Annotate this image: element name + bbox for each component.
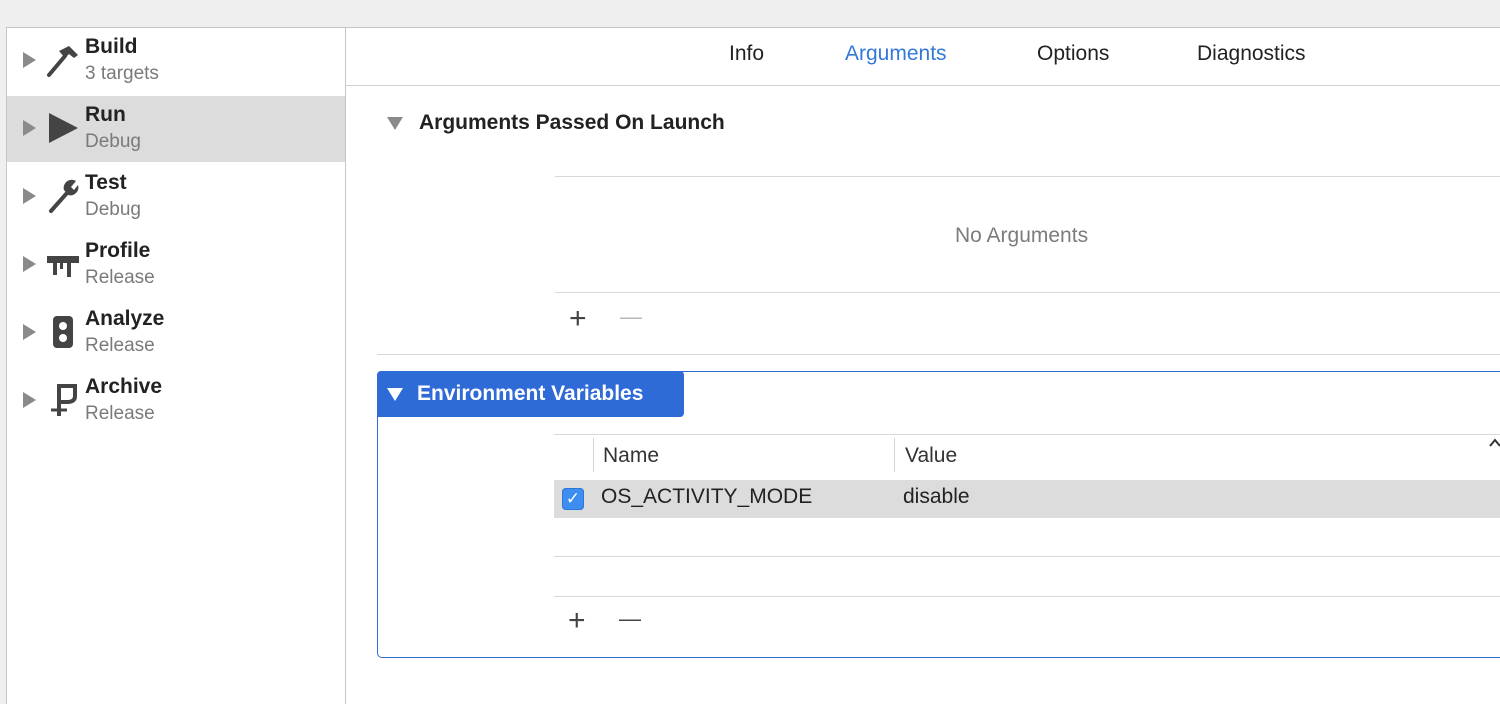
remove-variable-button[interactable]: — (619, 604, 641, 634)
disclosure-triangle-icon[interactable] (23, 120, 36, 136)
tab-options[interactable]: Options (1037, 42, 1109, 66)
scheme-item-name: Archive (85, 375, 163, 398)
arguments-section-title: Arguments Passed On Launch (419, 111, 725, 134)
variable-name-cell[interactable]: OS_ACTIVITY_MODE (601, 485, 812, 509)
chevron-up-icon[interactable] (1489, 437, 1500, 449)
analyze-icon (53, 316, 73, 348)
scheme-item-profile[interactable]: Profile Release (7, 232, 345, 298)
tab-info[interactable]: Info (729, 42, 764, 66)
column-header-value[interactable]: Value (905, 444, 957, 468)
wrench-icon (49, 179, 79, 213)
arguments-section-header[interactable]: Arguments Passed On Launch (387, 111, 725, 135)
environment-variables-section: Environment Variables Name Value ✓ OS_AC… (377, 371, 1500, 658)
scheme-item-subtitle: 3 targets (85, 63, 159, 84)
scheme-item-name: Analyze (85, 307, 165, 330)
scheme-item-name: Build (85, 35, 138, 58)
tab-diagnostics[interactable]: Diagnostics (1197, 42, 1306, 66)
add-argument-button[interactable]: + (569, 304, 587, 334)
scheme-detail-pane: Info Arguments Options Diagnostics Argum… (346, 28, 1500, 704)
table-row[interactable]: ✓ OS_ACTIVITY_MODE disable (554, 480, 1500, 518)
scheme-item-subtitle: Release (85, 267, 155, 288)
divider (554, 556, 1500, 557)
disclosure-triangle-icon[interactable] (23, 188, 36, 204)
scheme-item-subtitle: Debug (85, 131, 141, 152)
scheme-item-subtitle: Release (85, 335, 155, 356)
scheme-item-name: Run (85, 103, 126, 126)
disclosure-triangle-icon[interactable] (23, 324, 36, 340)
environment-section-title: Environment Variables (417, 382, 644, 405)
divider (377, 354, 1500, 355)
enable-variable-checkbox[interactable]: ✓ (562, 488, 584, 510)
column-header-name[interactable]: Name (603, 444, 659, 468)
variable-value-cell[interactable]: disable (903, 485, 970, 509)
column-separator (894, 438, 895, 472)
disclosure-triangle-icon[interactable] (387, 116, 403, 130)
scheme-item-archive[interactable]: Archive Release (7, 368, 345, 434)
scheme-item-analyze[interactable]: Analyze Release (7, 300, 345, 366)
scheme-sidebar: Build 3 targets Run Debug Test Debug Pro… (7, 28, 346, 704)
divider (555, 292, 1500, 293)
disclosure-triangle-icon[interactable] (387, 387, 403, 401)
disclosure-triangle-icon[interactable] (23, 256, 36, 272)
play-icon (49, 113, 78, 143)
scheme-item-test[interactable]: Test Debug (7, 164, 345, 230)
archive-icon (51, 384, 77, 416)
scheme-item-name: Test (85, 171, 127, 194)
tab-arguments[interactable]: Arguments (845, 42, 947, 66)
hammer-icon (47, 46, 78, 77)
divider (555, 176, 1500, 177)
disclosure-triangle-icon[interactable] (23, 392, 36, 408)
add-variable-button[interactable]: + (568, 606, 586, 636)
environment-section-header[interactable]: Environment Variables (377, 371, 684, 417)
scheme-editor-window: Build 3 targets Run Debug Test Debug Pro… (6, 27, 1500, 704)
scheme-item-subtitle: Debug (85, 199, 141, 220)
remove-argument-button[interactable]: — (620, 302, 642, 332)
scheme-item-build[interactable]: Build 3 targets (7, 28, 345, 94)
scheme-item-run[interactable]: Run Debug (7, 96, 345, 162)
column-separator (593, 438, 594, 472)
profile-gauge-icon (47, 256, 79, 277)
table-top-border (554, 434, 1500, 435)
disclosure-triangle-icon[interactable] (23, 52, 36, 68)
tab-bar: Info Arguments Options Diagnostics (346, 28, 1500, 86)
no-arguments-label: No Arguments (955, 224, 1089, 247)
scheme-item-name: Profile (85, 239, 151, 262)
divider (554, 596, 1500, 597)
scheme-item-subtitle: Release (85, 403, 155, 424)
